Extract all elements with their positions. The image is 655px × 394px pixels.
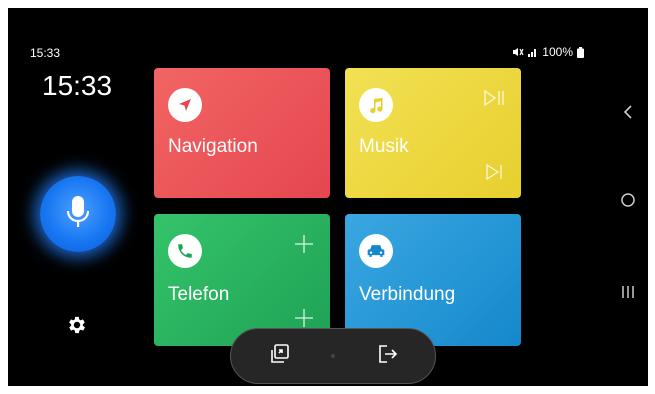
clock: 15:33: [42, 70, 113, 101]
play-pause-icon: [483, 89, 507, 112]
battery-text: 100%: [542, 45, 573, 59]
left-rail: 15:33: [8, 68, 154, 386]
phone-icon: [168, 234, 202, 268]
home-button[interactable]: [616, 190, 640, 214]
microphone-icon: [66, 195, 90, 234]
recent-apps-button[interactable]: [616, 282, 640, 306]
exit-button[interactable]: [373, 342, 401, 370]
play-pause-button[interactable]: [483, 88, 507, 112]
voice-assistant-button[interactable]: [40, 176, 116, 252]
mute-icon: [512, 47, 524, 57]
status-bar: 15:33 100%: [8, 8, 628, 68]
car-launcher-screen: 15:33 100% 15:33 Navigation Musik Telefo…: [8, 8, 648, 386]
plus-icon: [294, 234, 314, 259]
exit-icon: [375, 342, 399, 371]
back-chevron-icon: [622, 104, 634, 125]
bottom-action-pill: [230, 328, 436, 384]
connection-label: Verbindung: [359, 284, 456, 305]
navigation-tile[interactable]: Navigation: [154, 68, 330, 198]
skip-next-icon: [485, 163, 505, 186]
signal-icon: [528, 47, 538, 57]
status-time: 15:33: [30, 46, 61, 60]
navigation-label: Navigation: [168, 136, 258, 157]
battery-icon: [577, 46, 584, 58]
music-label: Musik: [359, 136, 409, 157]
settings-button[interactable]: [64, 314, 90, 340]
recent-apps-icon: [620, 284, 636, 305]
car-icon: [359, 234, 393, 268]
navigation-arrow-icon: [168, 88, 202, 122]
music-tile[interactable]: Musik: [345, 68, 521, 198]
gear-icon: [66, 314, 88, 341]
home-circle-icon: [620, 192, 636, 213]
connection-tile[interactable]: Verbindung: [345, 214, 521, 346]
status-indicators: 100%: [512, 45, 584, 59]
back-button[interactable]: [616, 102, 640, 126]
screen-switch-icon: [267, 342, 291, 371]
phone-add-button-top[interactable]: [292, 234, 316, 258]
music-note-icon: [359, 88, 393, 122]
system-navigation-bar: [608, 68, 648, 386]
pill-divider-dot: [331, 354, 335, 358]
phone-label: Telefon: [168, 284, 230, 305]
phone-tile[interactable]: Telefon: [154, 214, 330, 346]
skip-next-button[interactable]: [483, 162, 507, 186]
switch-app-button[interactable]: [265, 342, 293, 370]
